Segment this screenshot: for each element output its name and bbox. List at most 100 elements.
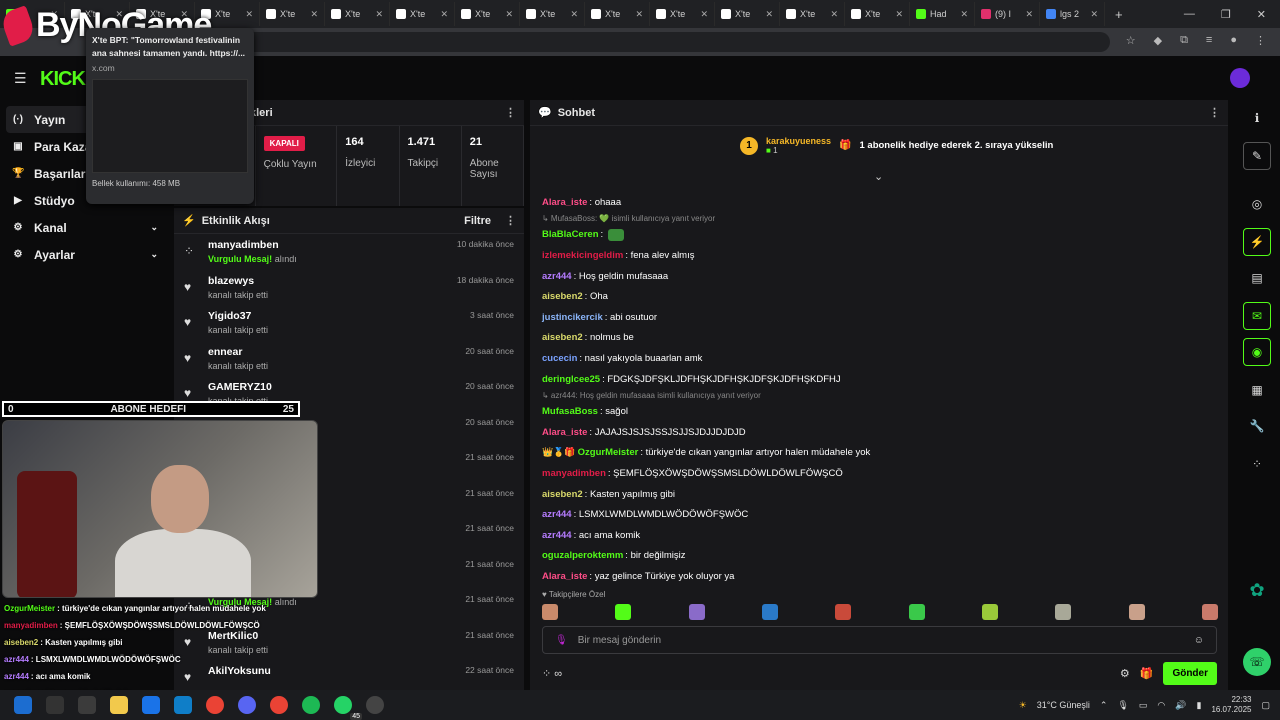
browser-tab[interactable]: lgs 2 ✕: [1040, 2, 1105, 26]
browser-tab[interactable]: Had ✕: [910, 2, 975, 26]
tab-close-icon[interactable]: ✕: [895, 9, 903, 20]
tab-close-icon[interactable]: ✕: [375, 9, 383, 20]
infinity-icon[interactable]: ⁘ ∞: [542, 667, 562, 680]
chevron-down-icon[interactable]: ⌄: [150, 222, 158, 233]
tab-close-icon[interactable]: ✕: [635, 9, 643, 20]
chat-username[interactable]: azr444: [542, 271, 572, 282]
sidebar-item-5[interactable]: ⚙ Ayarlar ⌄: [0, 241, 170, 268]
chevron-down-icon[interactable]: ⌄: [150, 249, 158, 260]
wrench-icon[interactable]: 🔧: [1243, 412, 1271, 440]
new-tab-button[interactable]: +: [1105, 7, 1133, 22]
layout-icon[interactable]: ▦: [1243, 376, 1271, 404]
network-icon[interactable]: ▭: [1139, 700, 1148, 711]
chat-username[interactable]: azr444: [542, 530, 572, 541]
wifi-icon[interactable]: ◠: [1157, 700, 1165, 711]
tab-close-icon[interactable]: ✕: [505, 9, 513, 20]
chat-username[interactable]: azr444: [542, 509, 572, 520]
clock[interactable]: 22:33 16.07.2025: [1211, 695, 1251, 715]
chat-username[interactable]: aiseben2: [542, 489, 583, 500]
more-options-icon[interactable]: ⋮: [505, 214, 516, 227]
menu-icon[interactable]: ⋮: [1255, 34, 1266, 47]
emote-icon[interactable]: [688, 604, 705, 620]
edit-icon[interactable]: ✎: [1243, 142, 1271, 170]
edge-icon[interactable]: [174, 696, 192, 714]
hamburger-menu-icon[interactable]: ☰: [14, 70, 27, 87]
chat-username[interactable]: aiseben2: [542, 332, 583, 343]
tab-close-icon[interactable]: ✕: [765, 9, 773, 20]
chrome-icon[interactable]: [206, 696, 224, 714]
chat-username[interactable]: manyadimben: [542, 468, 606, 479]
extension-icon[interactable]: ◆: [1154, 34, 1162, 47]
browser-tab[interactable]: X'te ✕: [325, 2, 390, 26]
chat-username[interactable]: Alara_iste: [542, 571, 587, 582]
chat-username[interactable]: aiseben2: [542, 291, 583, 302]
chat-username[interactable]: oguzalperoktemm: [542, 550, 623, 561]
notification-icon[interactable]: ▢: [1261, 700, 1270, 711]
url-field[interactable]: [110, 32, 1110, 52]
emote-icon[interactable]: [1055, 604, 1072, 620]
activity-row[interactable]: ⁘ manyadimben Vurgulu Mesaj! alındı 10 daki…: [174, 234, 524, 270]
tab-close-icon[interactable]: ✕: [960, 9, 968, 20]
whatsapp-icon[interactable]: 45: [334, 696, 362, 720]
send-button[interactable]: Gönder: [1163, 661, 1217, 685]
mic-tray-icon[interactable]: 🎙: [1117, 700, 1128, 711]
chatgpt-icon[interactable]: ✿: [1243, 576, 1271, 604]
emote-icon[interactable]: [1201, 604, 1218, 620]
more-options-icon[interactable]: ⋮: [505, 106, 516, 119]
browser-tab[interactable]: X'te ✕: [845, 2, 910, 26]
settings-icon[interactable]: ⚙: [1120, 667, 1130, 680]
chat-username[interactable]: Alara_iste: [542, 427, 587, 438]
emote-icon[interactable]: [1128, 604, 1145, 620]
emote-icon[interactable]: [908, 604, 925, 620]
collapse-icon[interactable]: ⌄: [874, 170, 883, 183]
browser-tab[interactable]: X'te ✕: [715, 2, 780, 26]
tab-close-icon[interactable]: ✕: [830, 9, 838, 20]
target-icon[interactable]: ◎: [1243, 190, 1271, 218]
browser-tab[interactable]: (9) I ✕: [975, 2, 1040, 26]
chat-username[interactable]: MufasaBoss: [542, 406, 598, 417]
obs-icon[interactable]: [366, 696, 384, 714]
activity-row[interactable]: ♥ Yigido37 kanalı takip etti 3 saat önce: [174, 305, 524, 341]
star-icon[interactable]: ☆: [1126, 34, 1136, 47]
volume-icon[interactable]: 🔊: [1175, 700, 1186, 711]
profile-icon[interactable]: ●: [1230, 34, 1237, 47]
filter-button[interactable]: Filtre: [464, 215, 491, 227]
media-icon[interactable]: ≡: [1206, 34, 1212, 47]
support-icon[interactable]: ☏: [1243, 648, 1271, 676]
chat-icon[interactable]: ✉: [1243, 302, 1271, 330]
browser-tab[interactable]: X'te ✕: [390, 2, 455, 26]
emote-icon[interactable]: [615, 604, 632, 620]
battery-icon[interactable]: ▮: [1196, 700, 1201, 711]
document-icon[interactable]: ▤: [1243, 264, 1271, 292]
start-icon[interactable]: [14, 696, 32, 714]
info-icon[interactable]: ℹ: [1243, 104, 1271, 132]
microphone-icon[interactable]: 🎙: [555, 635, 568, 646]
chat-username[interactable]: BlaBlaCeren: [542, 229, 599, 240]
task-view-icon[interactable]: [78, 696, 96, 714]
browser-tab[interactable]: X'te ✕: [520, 2, 585, 26]
chevron-up-icon[interactable]: ⌃: [1100, 700, 1108, 711]
emote-icon[interactable]: [761, 604, 778, 620]
chat-input[interactable]: 🎙 Bir mesaj gönderin ☺: [542, 626, 1217, 654]
chat-username[interactable]: Alara_iste: [542, 197, 587, 208]
tab-close-icon[interactable]: ✕: [310, 9, 318, 20]
browser-tab[interactable]: X'te ✕: [455, 2, 520, 26]
kick-logo[interactable]: KICK: [40, 68, 86, 91]
emoji-icon[interactable]: ☺: [1194, 635, 1204, 646]
user-avatar[interactable]: [1230, 68, 1250, 88]
spotify-icon[interactable]: [302, 696, 320, 714]
search-icon[interactable]: [46, 696, 64, 714]
browser-tab[interactable]: X'te ✕: [780, 2, 845, 26]
close-icon[interactable]: ✕: [1257, 8, 1266, 21]
pinned-gift-banner[interactable]: 1 karakuyueness ■ 1 🎁 1 abonelik hediye …: [740, 136, 1053, 155]
tab-close-icon[interactable]: ✕: [245, 9, 253, 20]
activity-row[interactable]: ♥ ennear kanalı takip etti 20 saat önce: [174, 341, 524, 377]
discord-icon[interactable]: [238, 696, 256, 714]
tab-close-icon[interactable]: ✕: [1090, 9, 1098, 20]
outlook-icon[interactable]: [142, 696, 160, 714]
broadcast-icon[interactable]: ◉: [1243, 338, 1271, 366]
emote-icon[interactable]: [981, 604, 998, 620]
chat-username[interactable]: deringlcee25: [542, 374, 600, 385]
tab-close-icon[interactable]: ✕: [700, 9, 708, 20]
file-explorer-icon[interactable]: [110, 696, 128, 714]
